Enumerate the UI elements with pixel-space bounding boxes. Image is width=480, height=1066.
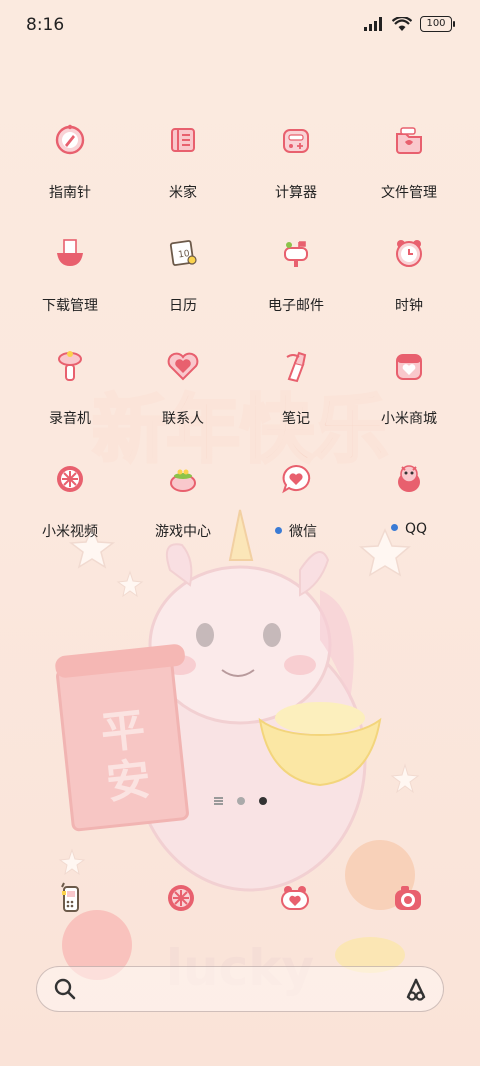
messages-icon: [281, 886, 309, 910]
dock-camera[interactable]: [378, 868, 438, 928]
page-dot-1[interactable]: [236, 797, 245, 805]
status-time: 8:16: [26, 15, 65, 35]
app-wechat[interactable]: 微信: [241, 449, 351, 541]
app-label: 游戏中心: [155, 524, 211, 540]
app-label: 时钟: [395, 298, 423, 314]
dock-messages[interactable]: [265, 868, 325, 928]
app-qq[interactable]: QQ: [354, 449, 464, 537]
signal-icon: [364, 17, 382, 31]
search-bar[interactable]: [36, 966, 444, 1012]
game-icon: [153, 449, 213, 509]
app-label: 指南针: [49, 185, 91, 201]
search-icon: [54, 978, 76, 1000]
app-label: 电子邮件: [268, 298, 324, 314]
new-dot: [275, 526, 282, 534]
download-icon: [40, 223, 100, 283]
dock-phone[interactable]: [40, 868, 100, 928]
app-label: 录音机: [49, 411, 91, 427]
app-gamecenter[interactable]: 游戏中心: [128, 449, 238, 541]
app-label: 小米视频: [42, 524, 98, 540]
clock-icon: [379, 223, 439, 283]
ai-assistant-icon[interactable]: [403, 977, 429, 1001]
status-bar: 8:16 100: [0, 0, 480, 50]
app-compass[interactable]: 指南针: [15, 110, 125, 202]
app-label: QQ: [354, 521, 464, 537]
app-label: 日历: [169, 298, 197, 314]
contacts-icon: [153, 336, 213, 396]
app-label: 联系人: [162, 411, 204, 427]
browser-icon: [168, 885, 194, 911]
page-dot-2[interactable]: [258, 797, 267, 805]
app-calendar[interactable]: 10 日历: [128, 223, 238, 315]
dock-browser[interactable]: [151, 868, 211, 928]
app-label: 米家: [169, 185, 197, 201]
microphone-icon: [40, 336, 100, 396]
compass-icon: [40, 110, 100, 170]
app-contacts[interactable]: 联系人: [128, 336, 238, 428]
app-downloads[interactable]: 下载管理: [15, 223, 125, 315]
app-drawer-indicator-icon[interactable]: [213, 797, 223, 805]
store-icon: [379, 336, 439, 396]
app-notes[interactable]: 笔记: [241, 336, 351, 428]
new-dot: [390, 523, 398, 531]
app-label: 小米商城: [381, 411, 437, 427]
app-email[interactable]: 电子邮件: [241, 223, 351, 315]
folder-icon: [379, 110, 439, 170]
mijia-icon: [153, 110, 213, 170]
app-recorder[interactable]: 录音机: [15, 336, 125, 428]
notes-icon: [266, 336, 326, 396]
app-mistore[interactable]: 小米商城: [354, 336, 464, 428]
app-label: 微信: [241, 521, 351, 541]
calendar-icon: 10: [153, 223, 213, 283]
app-label: 文件管理: [381, 185, 437, 201]
app-calculator[interactable]: 计算器: [241, 110, 351, 202]
camera-icon: [395, 886, 421, 910]
wechat-icon: [266, 449, 326, 509]
app-files[interactable]: 文件管理: [354, 110, 464, 202]
qq-icon: [379, 449, 439, 509]
battery-icon: 100: [420, 16, 455, 32]
status-icons: 100: [364, 16, 455, 32]
app-clock[interactable]: 时钟: [354, 223, 464, 315]
app-label: 笔记: [282, 411, 310, 427]
app-mivideo[interactable]: 小米视频: [15, 449, 125, 541]
search-input[interactable]: [89, 977, 393, 1003]
app-label-text: 微信: [289, 524, 317, 540]
mailbox-icon: [266, 223, 326, 283]
app-mijia[interactable]: 米家: [128, 110, 238, 202]
app-label: 下载管理: [42, 298, 98, 314]
app-label: 计算器: [275, 185, 317, 201]
page-indicator[interactable]: [0, 797, 480, 805]
wallpaper-scroll-text: 平安: [91, 706, 152, 811]
app-label-text: QQ: [404, 521, 428, 537]
wifi-icon: [392, 16, 412, 31]
phone-icon: [61, 882, 79, 912]
calculator-icon: [266, 110, 326, 170]
video-icon: [40, 449, 100, 509]
